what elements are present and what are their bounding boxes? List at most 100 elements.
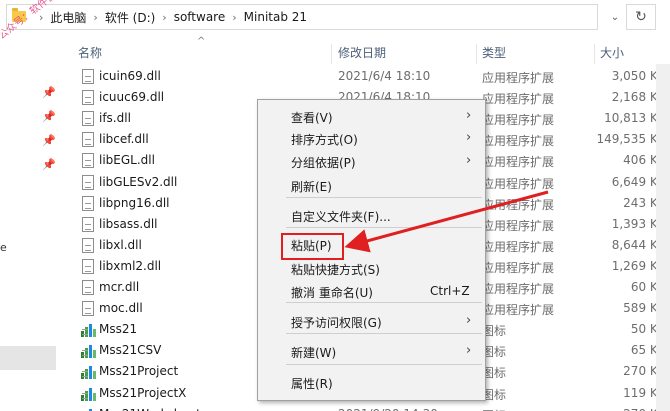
file-type: 应用程序扩展 [482, 176, 555, 191]
menu-item-paste-shortcut[interactable]: 粘贴快捷方式(S) [258, 257, 485, 279]
file-type: 应用程序扩展 [482, 239, 555, 254]
menu-separator [286, 227, 482, 228]
dll-file-icon [82, 111, 94, 127]
menu-item-refresh[interactable]: 刷新(E) [258, 174, 485, 196]
annotation-highlight-box [281, 233, 344, 260]
address-dropdown-icon[interactable]: ⌄ [604, 4, 626, 30]
column-divider[interactable] [331, 44, 332, 64]
dll-file-icon [82, 280, 94, 295]
menu-item-undo-rename[interactable]: 撤消 重命名(U) Ctrl+Z [258, 280, 485, 302]
menu-separator [286, 333, 482, 334]
dll-file-icon [82, 216, 94, 232]
chevron-right-icon: › [466, 153, 472, 168]
address-bar: › 此电脑 › 软件 (D:) › software › Minitab 21 … [0, 0, 670, 34]
file-name: Mss21 [99, 322, 138, 337]
sort-ascending-icon: ^ [197, 36, 206, 47]
file-row[interactable]: icuin69.dll 2021/6/4 18:10 应用程序扩展 3,050 KB [76, 66, 670, 87]
breadcrumb-this-pc[interactable]: 此电脑 [50, 9, 86, 26]
chevron-right-icon: › [466, 130, 472, 145]
file-type: 图标 [482, 407, 506, 411]
breadcrumb: › 此电脑 › 软件 (D:) › software › Minitab 21 [32, 5, 307, 29]
breadcrumb-separator[interactable]: › [162, 11, 166, 24]
file-name: Mss21ProjectX [99, 385, 187, 400]
menu-item-sort-by[interactable]: 排序方式(O) › [258, 127, 485, 149]
dll-file-icon [82, 69, 94, 84]
file-type: 应用程序扩展 [482, 134, 555, 149]
chevron-right-icon: › [466, 343, 472, 358]
file-type: 应用程序扩展 [482, 260, 555, 275]
menu-item-label: 刷新(E) [291, 180, 332, 194]
file-type: 应用程序扩展 [482, 113, 555, 128]
minitab-file-icon [80, 365, 96, 380]
dll-file-icon [82, 153, 94, 169]
menu-item-label: 自定义文件夹(F)... [291, 210, 391, 224]
menu-item-shortcut: Ctrl+Z [430, 284, 470, 298]
file-type: 应用程序扩展 [482, 282, 555, 296]
nav-item-selected[interactable] [0, 346, 56, 370]
column-divider[interactable] [594, 44, 595, 64]
pin-icon[interactable]: 📌 [42, 158, 56, 171]
menu-item-label: 粘贴快捷方式(S) [291, 263, 380, 277]
column-header-date[interactable]: 修改日期 [338, 44, 386, 64]
file-type: 应用程序扩展 [482, 197, 555, 212]
file-name: libpng16.dll [99, 195, 170, 210]
file-name: icuin69.dll [99, 69, 161, 83]
dll-file-icon [82, 237, 94, 253]
menu-item-label: 撤消 重命名(U) [291, 286, 373, 300]
menu-item-view[interactable]: 查看(V) › [258, 105, 485, 127]
pin-icon[interactable]: 📌 [42, 134, 56, 147]
column-header-size[interactable]: 大小 [600, 44, 624, 64]
file-name: icuuc69.dll [99, 90, 165, 105]
menu-item-label: 属性(R) [291, 377, 333, 391]
menu-separator [286, 302, 482, 303]
dll-file-icon [82, 195, 94, 211]
breadcrumb-minitab[interactable]: Minitab 21 [244, 10, 307, 24]
menu-item-label: 查看(V) [291, 111, 333, 125]
menu-item-label: 排序方式(O) [291, 133, 358, 147]
breadcrumb-separator[interactable]: › [93, 11, 97, 24]
minitab-file-icon [80, 407, 96, 411]
file-name: Mss21Worksheet [99, 407, 201, 411]
menu-item-label: 新建(W) [291, 346, 337, 360]
menu-item-group-by[interactable]: 分组依据(P) › [258, 150, 485, 172]
file-type: 应用程序扩展 [482, 303, 555, 318]
chevron-right-icon: › [466, 108, 472, 123]
file-name: libcef.dll [99, 132, 149, 147]
file-name: ifs.dll [99, 111, 131, 126]
menu-item-new[interactable]: 新建(W) › [258, 340, 485, 362]
dll-file-icon [82, 258, 94, 274]
file-type: 应用程序扩展 [482, 71, 555, 85]
file-date: 2021/9/20 14:30 [338, 407, 438, 411]
minitab-file-icon [80, 386, 96, 401]
breadcrumb-separator[interactable]: › [232, 11, 236, 24]
navigation-pane: 📌 📌 📌 📌 e [0, 34, 56, 411]
menu-item-properties[interactable]: 属性(R) [258, 371, 485, 393]
dll-file-icon [82, 174, 94, 190]
file-row[interactable]: Mss21Worksheet2021/9/20 14:30图标270 KB [76, 404, 670, 411]
file-date: 2021/6/4 18:10 [338, 69, 431, 83]
nav-item-label[interactable]: e [0, 241, 7, 254]
pin-icon[interactable]: 📌 [42, 86, 56, 99]
menu-item-label: 授予访问权限(G) [291, 316, 382, 330]
file-name: libxml2.dll [99, 258, 162, 273]
chevron-right-icon: › [466, 313, 472, 328]
column-divider[interactable] [476, 44, 477, 64]
menu-item-customize-folder[interactable]: 自定义文件夹(F)... [258, 204, 485, 226]
breadcrumb-software[interactable]: software [174, 10, 226, 24]
menu-separator [286, 197, 482, 198]
dll-file-icon [82, 301, 94, 317]
breadcrumb-drive-d[interactable]: 软件 (D:) [105, 9, 155, 26]
menu-item-give-access[interactable]: 授予访问权限(G) › [258, 310, 485, 332]
minitab-file-icon [80, 344, 96, 359]
vertical-scrollbar[interactable] [656, 64, 670, 411]
file-type: 应用程序扩展 [482, 92, 555, 107]
file-name: moc.dll [99, 301, 143, 316]
address-box[interactable]: › 此电脑 › 软件 (D:) › software › Minitab 21 [6, 4, 598, 30]
file-type: 应用程序扩展 [482, 155, 555, 170]
column-header-type[interactable]: 类型 [482, 44, 506, 64]
refresh-icon[interactable]: ↻ [626, 4, 656, 30]
pin-icon[interactable]: 📌 [42, 110, 56, 123]
file-name: Mss21Project [99, 364, 179, 379]
column-header-name[interactable]: 名称 [78, 44, 102, 64]
dll-file-icon [82, 90, 94, 106]
